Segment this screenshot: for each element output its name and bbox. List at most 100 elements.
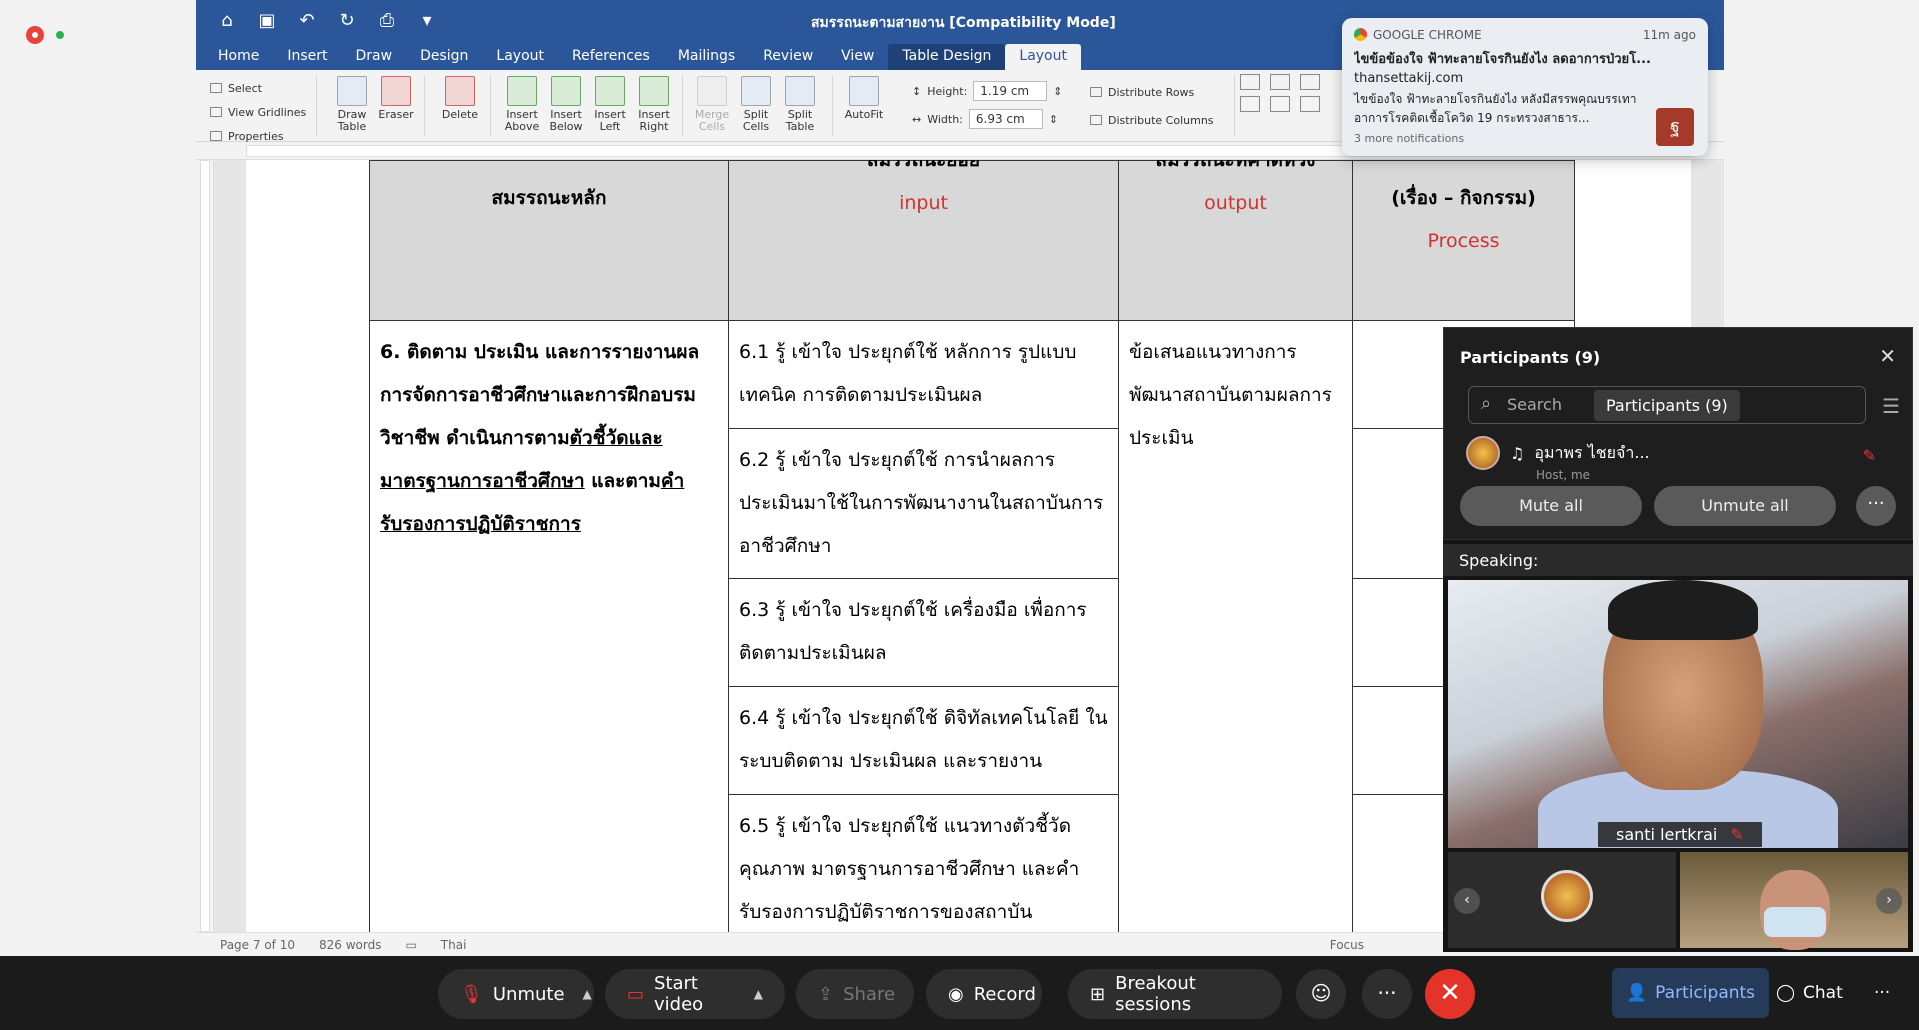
tab-design[interactable]: Design	[406, 44, 482, 70]
align-middle-center-icon[interactable]	[1270, 96, 1290, 112]
output-cell[interactable]: ข้อเสนอแนวทางการพัฒนาสถาบันตามผลการประเม…	[1118, 320, 1353, 932]
more-options-button[interactable]: ···	[1856, 486, 1896, 526]
sub-item-6-1[interactable]: 6.1 รู้ เข้าใจ ประยุกต์ใช้ หลักการ รูปแบ…	[728, 320, 1119, 429]
chevron-left-icon[interactable]: ‹	[1454, 888, 1480, 914]
draw-table-button[interactable]: Draw Table	[332, 76, 372, 133]
record-button[interactable]: ◉ Record	[926, 969, 1042, 1019]
view-gridlines-button[interactable]: View Gridlines	[210, 100, 306, 124]
divider	[832, 76, 833, 136]
more-notifications[interactable]: 3 more notifications	[1354, 132, 1696, 145]
chevron-down-icon[interactable]: ▲	[583, 987, 592, 1001]
notification-body: ไขข้องใจ ฟ้าทะลายโจรกินยังไง หลังมีสรรพค…	[1354, 92, 1637, 125]
competency-table[interactable]: สมรรถนะหลัก สมรรถนะย่อย input สมรรถนะที่…	[369, 160, 1575, 932]
sub-item-6-3[interactable]: 6.3 รู้ เข้าใจ ประยุกต์ใช้ เครื่องมือ เพ…	[728, 578, 1119, 687]
tab-layout[interactable]: Layout	[482, 44, 558, 70]
insert-right-button[interactable]: Insert Right	[634, 76, 674, 133]
chevron-right-icon[interactable]: ›	[1876, 888, 1902, 914]
organization-seal-avatar	[1541, 870, 1593, 922]
redo-icon[interactable]: ↻	[336, 10, 358, 31]
height-input[interactable]: 1.19 cm	[973, 81, 1048, 101]
insert-above-button[interactable]: Insert Above	[502, 76, 542, 133]
more-options-button[interactable]: ···	[1860, 968, 1904, 1018]
align-top-center-icon[interactable]	[1270, 74, 1290, 90]
avatar	[1466, 436, 1500, 470]
video-thumbnail[interactable]: ›	[1680, 852, 1908, 950]
share-button[interactable]: ⇪ Share	[796, 969, 914, 1019]
proofing-icon[interactable]: ▭	[405, 938, 416, 952]
tab-table-layout[interactable]: Layout	[1005, 44, 1081, 70]
tab-view[interactable]: View	[827, 44, 888, 70]
split-cells-button[interactable]: Split Cells	[736, 76, 776, 133]
more-button[interactable]: ···	[1362, 969, 1412, 1019]
headphones-icon: ♫	[1510, 443, 1525, 463]
eraser-button[interactable]: Eraser	[376, 76, 416, 121]
autofit-button[interactable]: AutoFit	[844, 76, 884, 121]
tab-home[interactable]: Home	[204, 44, 273, 70]
reactions-button[interactable]: ☺	[1296, 969, 1346, 1019]
chat-icon: ◯	[1776, 983, 1796, 1003]
unmute-all-button[interactable]: Unmute all	[1654, 486, 1836, 526]
chat-button[interactable]: ◯ Chat	[1762, 968, 1857, 1018]
end-call-button[interactable]: ✕	[1425, 969, 1475, 1019]
split-table-icon	[785, 76, 815, 106]
delete-button[interactable]: Delete	[440, 76, 480, 121]
home-icon[interactable]: ⌂	[216, 10, 238, 31]
close-icon[interactable]: ✕	[1879, 344, 1896, 368]
print-icon[interactable]: ⎙	[376, 10, 398, 31]
width-stepper[interactable]: ⇕	[1049, 113, 1058, 126]
height-stepper[interactable]: ⇕	[1053, 85, 1062, 98]
align-middle-right-icon[interactable]	[1300, 96, 1320, 112]
participants-button[interactable]: 👤 Participants	[1612, 968, 1770, 1018]
video-thumbnail[interactable]: ‹	[1448, 852, 1676, 948]
participant-name: อุมาพร ไชยจำ...	[1534, 442, 1650, 462]
sub-item-6-2[interactable]: 6.2 รู้ เข้าใจ ประยุกต์ใช้ การนำผลการประ…	[728, 428, 1119, 579]
tab-mailings[interactable]: Mailings	[664, 44, 749, 70]
stop-recording-indicator[interactable]	[26, 26, 44, 44]
sub-item-6-5[interactable]: 6.5 รู้ เข้าใจ ประยุกต์ใช้ แนวทางตัวชี้ว…	[728, 794, 1119, 932]
sub-item-6-4[interactable]: 6.4 รู้ เข้าใจ ประยุกต์ใช้ ดิจิทัลเทคโนโ…	[728, 686, 1119, 795]
chevron-down-icon[interactable]: ▲	[754, 987, 763, 1001]
header-activity: (เรื่อง – กิจกรรม) Process	[1352, 160, 1575, 321]
align-top-right-icon[interactable]	[1300, 74, 1320, 90]
breakout-sessions-button[interactable]: ⊞ Breakout sessions	[1068, 969, 1282, 1019]
insert-left-button[interactable]: Insert Left	[590, 76, 630, 133]
word-count[interactable]: 826 words	[319, 938, 381, 952]
tab-draw[interactable]: Draw	[342, 44, 407, 70]
insert-left-icon	[595, 76, 625, 106]
language[interactable]: Thai	[441, 938, 467, 952]
tab-insert[interactable]: Insert	[273, 44, 341, 70]
table-row: 6. ติดตาม ประเมิน และการรายงานผลการจัดกา…	[369, 320, 1575, 932]
insert-below-button[interactable]: Insert Below	[546, 76, 586, 133]
start-video-button[interactable]: ▭ Start video ▲	[605, 969, 785, 1019]
width-input[interactable]: 6.93 cm	[968, 109, 1043, 129]
tab-table-design[interactable]: Table Design	[888, 44, 1006, 70]
chrome-notification[interactable]: GOOGLE CHROME 11m ago ไขข้อข้องใจ ฟ้าทะล…	[1342, 18, 1708, 156]
undo-icon[interactable]: ↶	[296, 10, 318, 31]
distribute-rows-button[interactable]: Distribute Rows	[1090, 78, 1214, 106]
divider	[490, 76, 491, 136]
split-table-button[interactable]: Split Table	[780, 76, 820, 133]
participant-item[interactable]: ♫ อุมาพร ไชยจำ...	[1466, 436, 1650, 470]
align-top-left-icon[interactable]	[1240, 74, 1260, 90]
customize-icon[interactable]: ▾	[416, 10, 438, 31]
list-options-icon[interactable]: ☰	[1882, 394, 1900, 418]
select-button[interactable]: Select	[210, 76, 306, 100]
page-count[interactable]: Page 7 of 10	[220, 938, 295, 952]
tab-references[interactable]: References	[558, 44, 664, 70]
video-off-icon: ▭	[627, 983, 645, 1005]
main-competency-cell[interactable]: 6. ติดตาม ประเมิน และการรายงานผลการจัดกา…	[369, 320, 729, 932]
mute-all-button[interactable]: Mute all	[1460, 486, 1642, 526]
eraser-icon	[381, 76, 411, 106]
split-cells-icon	[741, 76, 771, 106]
vruler-strip[interactable]	[200, 160, 210, 932]
muted-mic-icon[interactable]: ✎	[1863, 446, 1876, 465]
save-icon[interactable]: ▣	[256, 10, 278, 31]
align-middle-left-icon[interactable]	[1240, 96, 1260, 112]
distribute-columns-icon	[1090, 115, 1102, 125]
merge-cells-button[interactable]: Merge Cells	[692, 76, 732, 133]
unmute-button[interactable]: 🎙 Unmute ▲	[438, 969, 594, 1019]
tab-review[interactable]: Review	[749, 44, 827, 70]
distribute-columns-button[interactable]: Distribute Columns	[1090, 106, 1214, 134]
active-speaker-video[interactable]: santi lertkrai ✎	[1448, 580, 1908, 848]
focus-button[interactable]: Focus	[1330, 938, 1364, 952]
